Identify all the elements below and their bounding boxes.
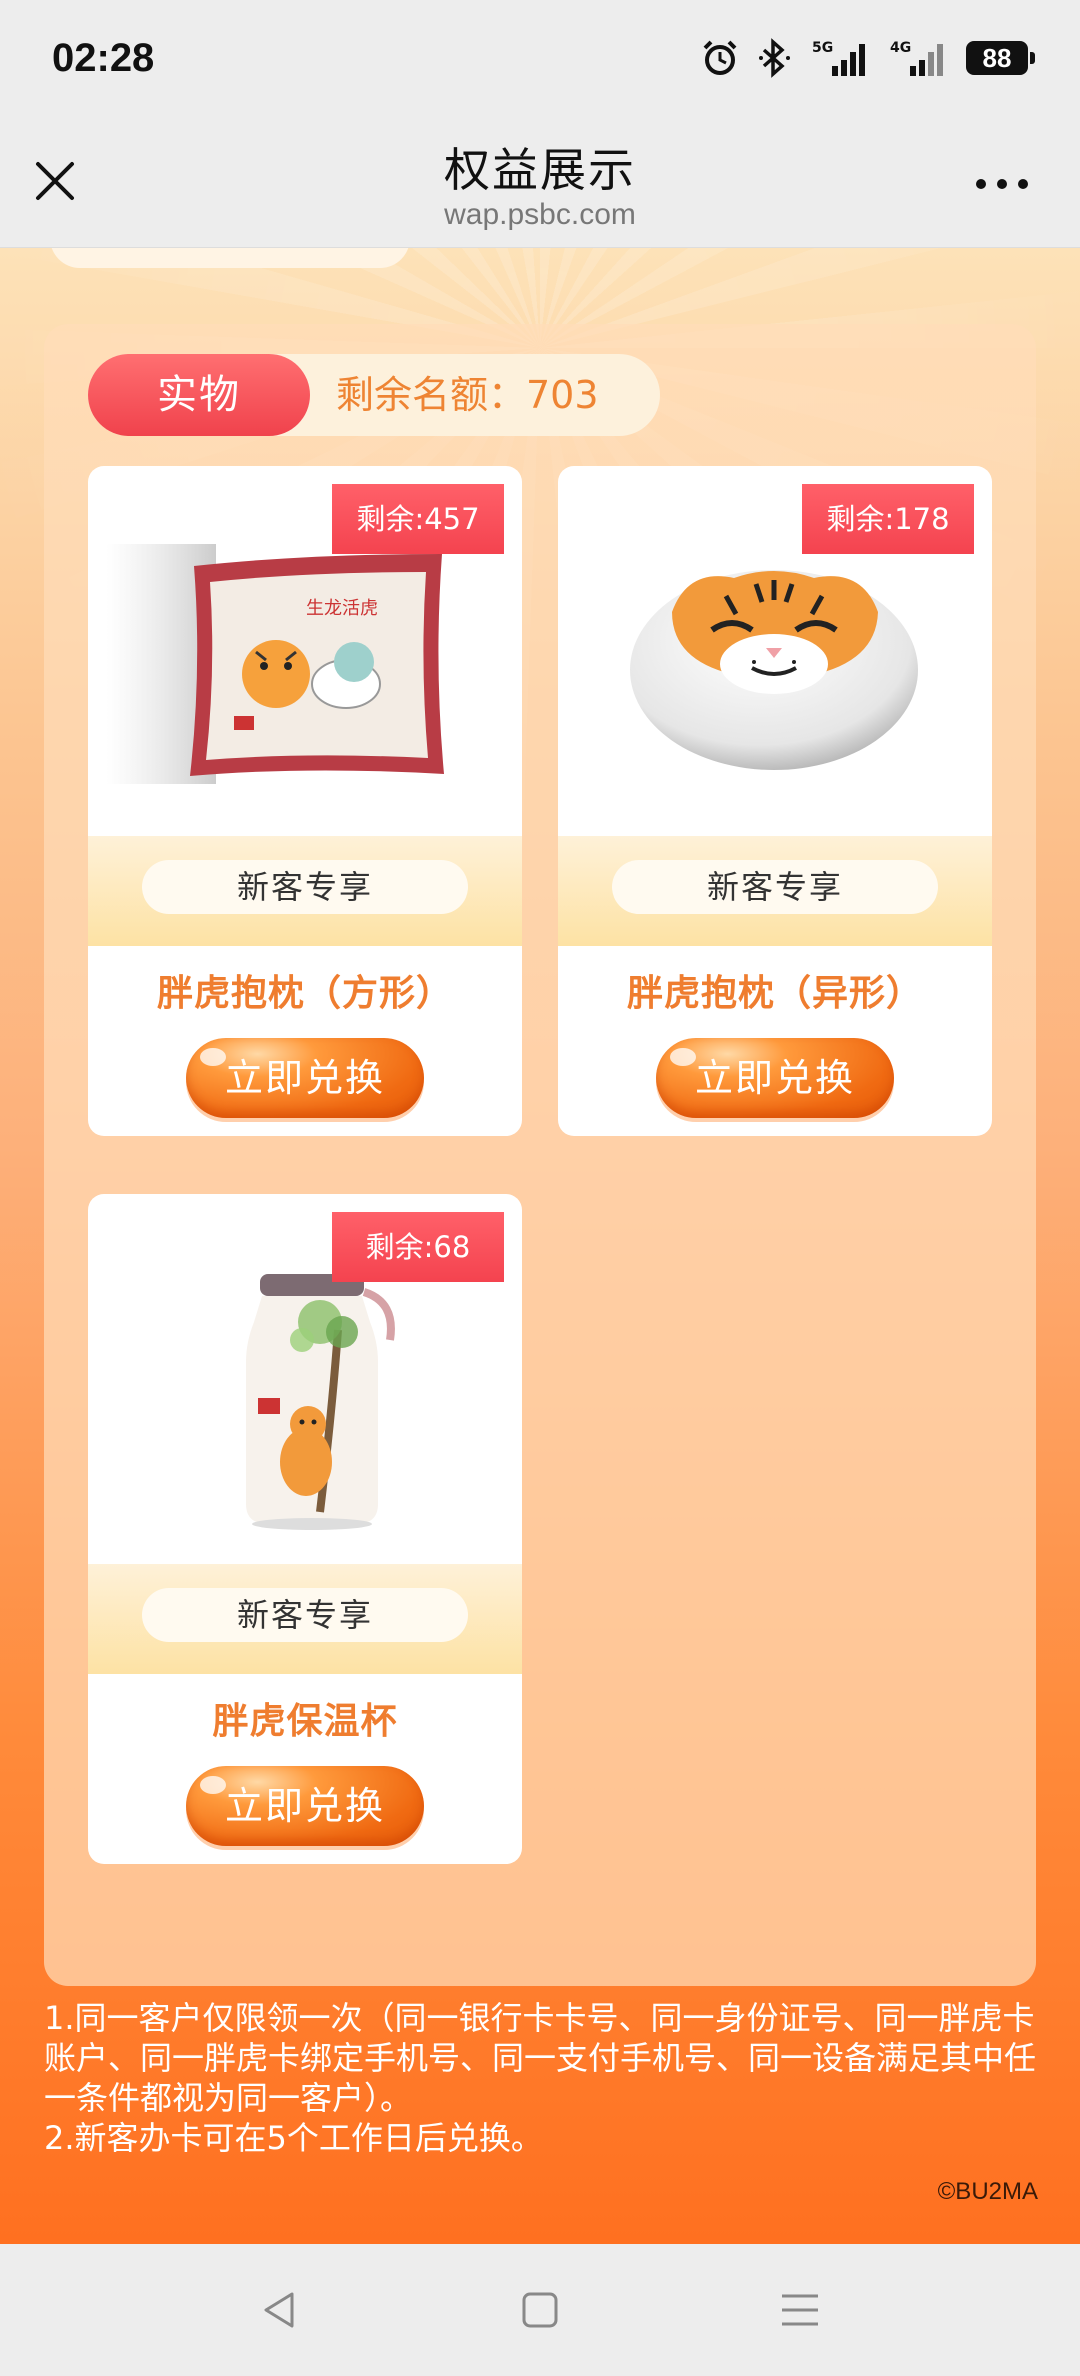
panel-header: 实物 剩余名额：703	[88, 354, 660, 436]
alarm-icon	[700, 38, 740, 78]
more-icon[interactable]	[974, 176, 1030, 190]
status-time: 02:28	[52, 35, 155, 80]
product-card[interactable]: 剩余:178 新客专享 胖虎抱枕（异形） 立即兑换	[558, 466, 992, 1136]
newbie-tag: 新客专享	[142, 860, 468, 914]
page-body: 实物 剩余名额：703 生龙活虎 剩余:457 新客专享 胖虎抱枕（方形） 立即…	[0, 248, 1080, 2244]
page-title: 权益展示	[444, 143, 636, 197]
newbie-strip: 新客专享	[88, 836, 522, 946]
system-nav-bar	[0, 2244, 1080, 2376]
rewards-panel: 实物 剩余名额：703 生龙活虎 剩余:457 新客专享 胖虎抱枕（方形） 立即…	[44, 324, 1036, 1986]
newbie-strip: 新客专享	[88, 1564, 522, 1674]
product-name: 胖虎抱枕（方形）	[156, 973, 453, 1014]
svg-text:生龙活虎: 生龙活虎	[306, 598, 378, 619]
copyright: ©BU2MA	[937, 2178, 1038, 2205]
status-icons: 5G 4G 88	[700, 38, 1035, 78]
rule-2: 2.新客办卡可在5个工作日后兑换。	[44, 2119, 543, 2157]
remaining-badge: 剩余:68	[332, 1212, 504, 1282]
back-icon[interactable]	[248, 2278, 312, 2342]
product-card[interactable]: 剩余:68 新客专享 胖虎保温杯 立即兑换	[88, 1194, 522, 1864]
rule-1: 1.同一客户仅限领一次（同一银行卡卡号、同一身份证号、同一胖虎卡账户、同一胖虎卡…	[44, 1999, 1037, 2117]
status-bar: 02:28 5G 4G 88	[0, 0, 1080, 116]
newbie-tag: 新客专享	[142, 1588, 468, 1642]
newbie-strip: 新客专享	[558, 836, 992, 946]
signal-4g-icon: 4G	[888, 38, 948, 78]
product-name: 胖虎保温杯	[212, 1701, 398, 1742]
product-name: 胖虎抱枕（异形）	[626, 973, 923, 1014]
page-url: wap.psbc.com	[444, 198, 636, 231]
battery-icon: 88	[966, 41, 1035, 75]
category-tag[interactable]: 实物	[88, 354, 310, 436]
menu-icon[interactable]	[768, 2278, 832, 2342]
nav-header: 权益展示 wap.psbc.com	[0, 116, 1080, 248]
rules-text: 1.同一客户仅限领一次（同一银行卡卡号、同一身份证号、同一胖虎卡账户、同一胖虎卡…	[44, 1998, 1044, 2158]
signal-5g-icon: 5G	[810, 38, 870, 78]
remaining-total: 剩余名额：703	[336, 373, 599, 417]
product-card[interactable]: 生龙活虎 剩余:457 新客专享 胖虎抱枕（方形） 立即兑换	[88, 466, 522, 1136]
redeem-button[interactable]: 立即兑换	[186, 1038, 424, 1118]
network-1-label: 5G	[812, 40, 833, 56]
redeem-button[interactable]: 立即兑换	[186, 1766, 424, 1846]
remaining-badge: 剩余:457	[332, 484, 504, 554]
home-icon[interactable]	[508, 2278, 572, 2342]
bluetooth-icon	[758, 38, 792, 78]
newbie-tag: 新客专享	[612, 860, 938, 914]
remaining-badge: 剩余:178	[802, 484, 974, 554]
network-2-label: 4G	[890, 40, 911, 56]
redeem-button[interactable]: 立即兑换	[656, 1038, 894, 1118]
top-tab-remnant	[50, 248, 410, 268]
